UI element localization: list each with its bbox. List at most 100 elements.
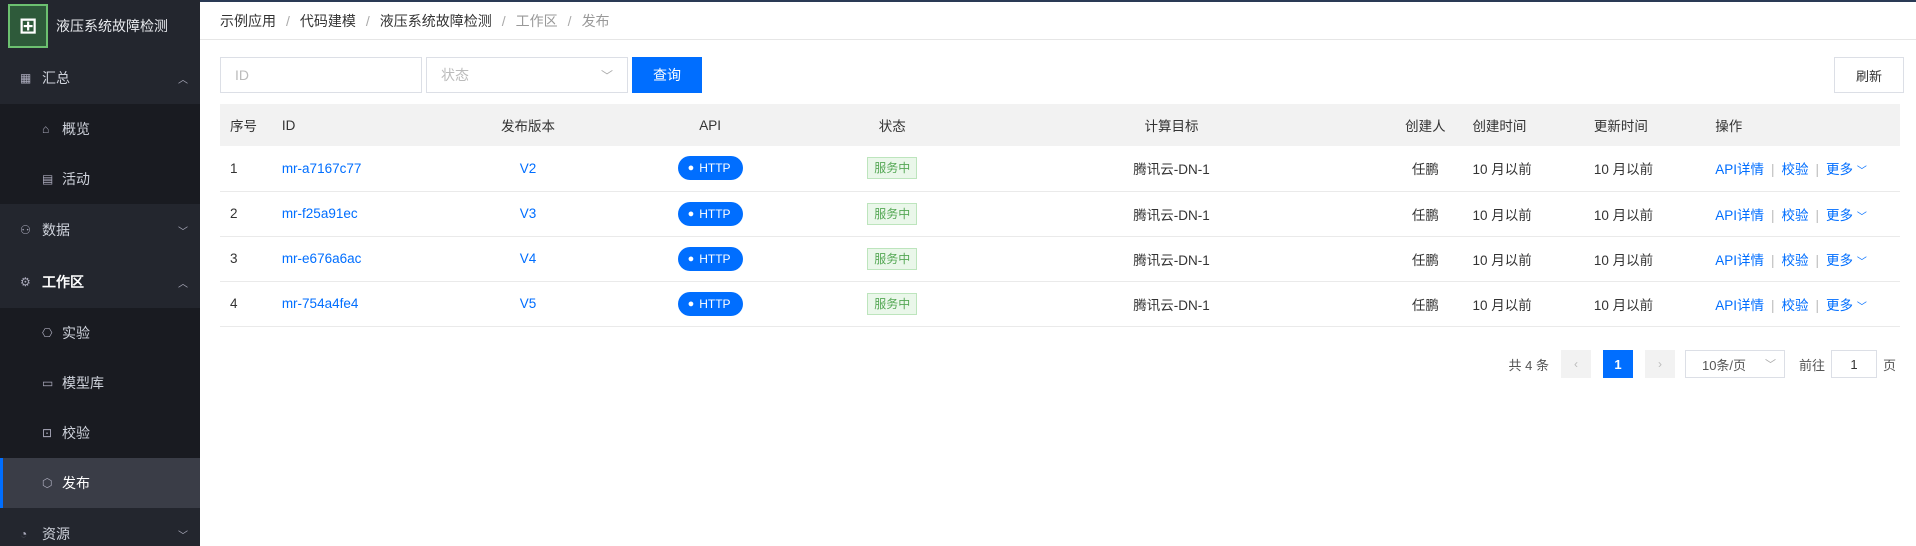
more-dropdown[interactable]: 更多 ﹀ [1826, 253, 1867, 268]
breadcrumb-separator: / [286, 12, 290, 29]
sidebar-item-publish[interactable]: ⬡ 发布 [0, 458, 200, 508]
ops-separator: | [1771, 207, 1775, 223]
cell-target: 腾讯云-DN-1 [1133, 297, 1210, 313]
verify-link[interactable]: 校验 [1782, 162, 1809, 177]
release-id-link[interactable]: mr-f25a91ec [282, 206, 358, 221]
sidebar-item-activity[interactable]: ▤ 活动 [0, 154, 200, 204]
ops-separator: | [1771, 297, 1775, 313]
version-link[interactable]: V4 [520, 251, 537, 266]
cell-creator: 任鹏 [1411, 252, 1439, 268]
breadcrumb-separator: / [567, 12, 572, 29]
table-header-row: 序号 ID 发布版本 API 状态 计算目标 创建人 创建时间 更新时间 操作 [220, 104, 1900, 146]
globe-icon: ● [687, 297, 695, 310]
more-dropdown[interactable]: 更多 ﹀ [1826, 298, 1867, 313]
api-detail-link[interactable]: API详情 [1715, 208, 1764, 223]
chevron-down-icon: ﹀ [178, 226, 188, 238]
release-id-link[interactable]: mr-a7167c77 [282, 161, 362, 176]
ops-separator: | [1815, 207, 1820, 223]
api-http-badge[interactable]: ● HTTP [677, 156, 743, 181]
version-link[interactable]: V2 [520, 161, 537, 176]
api-label: HTTP [699, 206, 731, 221]
query-button[interactable]: 查询 [632, 57, 702, 93]
column-header: 计算目标 [1144, 119, 1199, 134]
sidebar-item-label: 校验 [62, 425, 90, 441]
refresh-button[interactable]: 刷新 [1834, 57, 1904, 93]
chevron-down-icon: ﹀ [1856, 301, 1867, 313]
more-dropdown[interactable]: 更多 ﹀ [1826, 208, 1867, 223]
gear-icon: ⚙ [20, 275, 31, 289]
cell-target: 腾讯云-DN-1 [1133, 252, 1210, 268]
version-link[interactable]: V5 [520, 296, 537, 311]
status-badge: 服务中 [867, 202, 918, 225]
scan-icon: ⊡ [42, 426, 53, 440]
api-http-badge[interactable]: ● HTTP [677, 246, 743, 271]
cell-index: 3 [230, 251, 238, 266]
calendar-icon: ▤ [42, 172, 54, 186]
cell-updated: 10 月以前 [1593, 297, 1654, 313]
cell-target: 腾讯云-DN-1 [1133, 207, 1210, 223]
goto-label: 前往 [1798, 357, 1825, 373]
more-label: 更多 [1826, 252, 1854, 268]
cell-creator: 任鹏 [1411, 162, 1439, 178]
chevron-down-icon: ﹀ [1856, 166, 1867, 178]
breadcrumb-separator: / [501, 12, 506, 29]
sidebar-item-experiment[interactable]: ⎔ 实验 [0, 308, 200, 358]
api-detail-link[interactable]: API详情 [1715, 298, 1764, 313]
status-select[interactable]: 状态 ﹀ [426, 57, 628, 93]
breadcrumb-current: 发布 [581, 12, 610, 29]
api-label: HTTP [699, 161, 731, 176]
id-search-placeholder: ID [235, 67, 249, 83]
next-page-button[interactable]: › [1644, 350, 1675, 378]
goto-page-input[interactable]: 1 [1830, 350, 1877, 378]
more-label: 更多 [1826, 207, 1854, 223]
dashboard-icon: ▦ [20, 71, 32, 85]
chevron-left-icon: ‹ [1573, 357, 1578, 371]
verify-link[interactable]: 校验 [1782, 208, 1809, 223]
verify-link[interactable]: 校验 [1782, 298, 1809, 313]
status-badge: 服务中 [867, 247, 918, 270]
sidebar-item-verify[interactable]: ⊡ 校验 [0, 408, 200, 458]
verify-link[interactable]: 校验 [1782, 253, 1809, 268]
table-row: 2 mr-f25a91ec V3 ● HTTP 服务中 腾讯云-DN-1 任鹏 10 月以前 10… [220, 191, 1900, 236]
sidebar-group-resources[interactable]: ◔ 资源 ﹀ [0, 508, 200, 546]
page-number-button[interactable]: 1 [1602, 350, 1633, 378]
sidebar-item-label: 发布 [62, 475, 90, 491]
home-icon: ⌂ [42, 122, 50, 136]
api-detail-link[interactable]: API详情 [1715, 162, 1764, 177]
goto-unit: 页 [1882, 357, 1896, 373]
cell-updated: 10 月以前 [1593, 252, 1654, 268]
prev-page-button[interactable]: ‹ [1560, 350, 1591, 378]
sidebar-group-summary[interactable]: ▦ 汇总 ︿ [0, 52, 200, 104]
ops-separator: | [1815, 252, 1820, 268]
breadcrumb-item[interactable]: 液压系统故障检测 [380, 11, 492, 31]
api-http-badge[interactable]: ● HTTP [677, 291, 743, 316]
sidebar-group-workspace[interactable]: ⚙ 工作区 ︿ [0, 256, 200, 308]
cell-ops: API详情 | 校验 | 更多 ﹀ [1701, 146, 1900, 191]
experiment-icon: ⎔ [42, 326, 53, 340]
id-search-input[interactable]: ID [220, 57, 422, 93]
api-label: HTTP [699, 296, 731, 311]
cell-creator: 任鹏 [1411, 207, 1439, 223]
sidebar-group-label: 工作区 [42, 274, 84, 290]
breadcrumb-item[interactable]: 工作区 [516, 11, 558, 31]
page-size-select[interactable]: 10条/页 ﹀ [1684, 350, 1785, 378]
release-id-link[interactable]: mr-754a4fe4 [282, 296, 359, 311]
column-header: 序号 [230, 119, 257, 134]
package-icon: ⬡ [42, 476, 53, 490]
sidebar-group-label: 汇总 [42, 70, 70, 86]
more-dropdown[interactable]: 更多 ﹀ [1826, 162, 1867, 177]
version-link[interactable]: V3 [520, 206, 537, 221]
cell-ops: API详情 | 校验 | 更多 ﹀ [1701, 281, 1900, 326]
breadcrumb-item[interactable]: 示例应用 [220, 11, 276, 31]
globe-icon: ● [687, 162, 695, 175]
sidebar-item-overview[interactable]: ⌂ 概览 [0, 104, 200, 154]
api-detail-link[interactable]: API详情 [1715, 253, 1764, 268]
api-http-badge[interactable]: ● HTTP [677, 201, 743, 226]
sidebar-item-model-library[interactable]: ▭ 模型库 [0, 358, 200, 408]
breadcrumb-item[interactable]: 代码建模 [300, 11, 356, 31]
resource-icon: ◔ [20, 527, 28, 541]
sidebar-group-data[interactable]: ⚇ 数据 ﹀ [0, 204, 200, 256]
release-id-link[interactable]: mr-e676a6ac [282, 251, 362, 266]
chevron-up-icon: ︿ [178, 278, 188, 290]
cell-ops: API详情 | 校验 | 更多 ﹀ [1701, 191, 1900, 236]
